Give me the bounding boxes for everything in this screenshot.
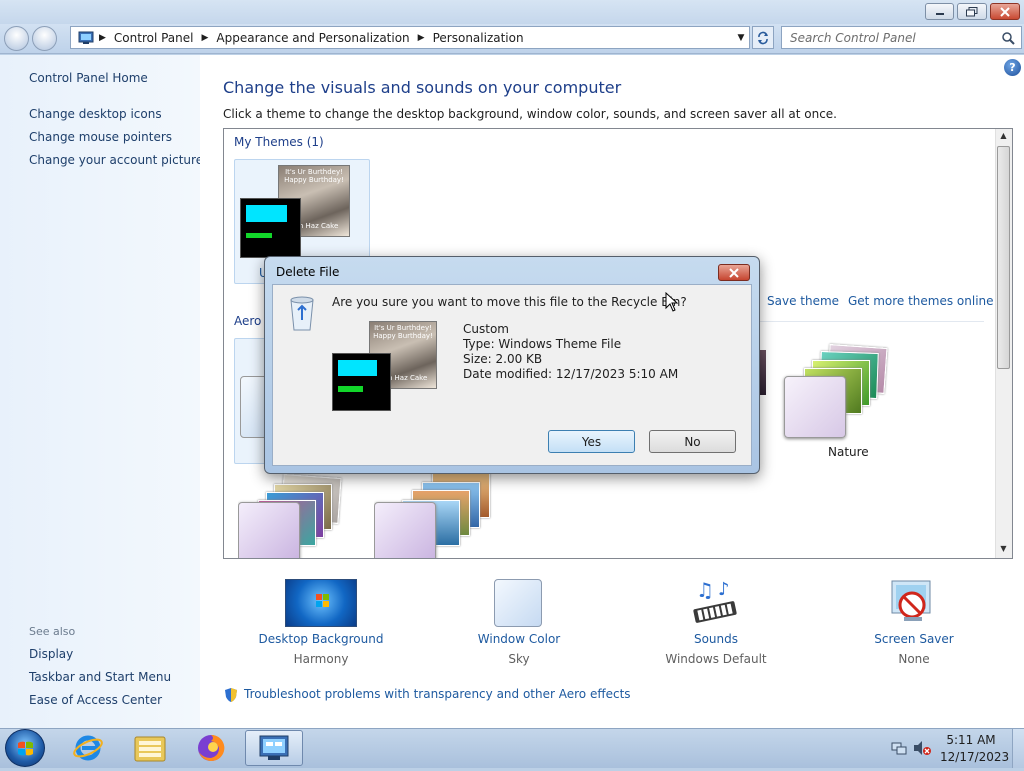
- sounds-music-icon[interactable]: ♫ ♪: [690, 578, 742, 627]
- internet-explorer-icon[interactable]: [62, 730, 114, 766]
- display-link[interactable]: Display: [29, 647, 73, 661]
- breadcrumb-personalization[interactable]: Personalization: [427, 31, 530, 45]
- troubleshoot-link[interactable]: Troubleshoot problems with transparency …: [244, 687, 631, 701]
- change-mouse-pointers-link[interactable]: Change mouse pointers: [29, 130, 172, 144]
- back-button[interactable]: [4, 26, 29, 51]
- change-desktop-icons-link[interactable]: Change desktop icons: [29, 107, 162, 121]
- dialog-file-size: Size: 2.00 KB: [463, 352, 543, 366]
- breadcrumb-arrow-icon: ▶: [99, 32, 106, 43]
- close-icon: [729, 267, 739, 278]
- my-themes-heading: My Themes (1): [234, 135, 324, 149]
- save-theme-link[interactable]: Save theme: [767, 294, 839, 308]
- see-also-heading: See also: [29, 625, 76, 638]
- screensaver-none-icon[interactable]: [888, 579, 938, 627]
- forward-button[interactable]: [32, 26, 57, 51]
- help-icon[interactable]: ?: [1004, 59, 1021, 76]
- minimize-button[interactable]: [925, 3, 954, 20]
- clock-time[interactable]: 5:11 AM: [946, 733, 996, 747]
- window-color-value: Sky: [508, 652, 530, 666]
- control-panel-icon: [259, 735, 289, 760]
- address-bar[interactable]: ▶ Control Panel ▶ Appearance and Persona…: [70, 26, 750, 49]
- page-title: Change the visuals and sounds on your co…: [223, 78, 622, 97]
- search-input[interactable]: Search Control Panel: [781, 26, 1022, 49]
- restore-icon: [966, 6, 978, 16]
- cat-image-caption-top: It's Ur Burthdey! Happy Burthday!: [284, 168, 344, 184]
- minimize-icon: [935, 12, 944, 15]
- dialog-close-button[interactable]: [718, 264, 750, 281]
- shield-icon: [223, 687, 239, 703]
- no-button[interactable]: No: [649, 430, 736, 453]
- change-account-picture-link[interactable]: Change your account picture: [29, 153, 203, 167]
- clock-date[interactable]: 12/17/2023: [940, 750, 1009, 764]
- dialog-title: Delete File: [276, 265, 340, 279]
- breadcrumb-control-panel[interactable]: Control Panel: [108, 31, 200, 45]
- dialog-file-window-preview: [332, 353, 391, 411]
- restore-button[interactable]: [957, 3, 987, 20]
- sounds-value: Windows Default: [665, 652, 767, 666]
- dialog-file-type: Type: Windows Theme File: [463, 337, 622, 351]
- page-subtitle: Click a theme to change the desktop back…: [223, 107, 837, 121]
- control-panel-icon: [75, 31, 97, 45]
- nature-theme-thumbnail[interactable]: [784, 340, 909, 440]
- refresh-button[interactable]: [752, 26, 774, 49]
- firefox-icon[interactable]: [185, 730, 237, 766]
- sounds-link[interactable]: Sounds: [636, 632, 796, 646]
- window-color-link[interactable]: Window Color: [439, 632, 599, 646]
- search-placeholder: Search Control Panel: [790, 30, 916, 45]
- yes-button[interactable]: Yes: [548, 430, 635, 453]
- nature-theme-label: Nature: [828, 445, 869, 459]
- architecture-theme-thumbnail[interactable]: [238, 470, 363, 558]
- dialog-question: Are you sure you want to move this file …: [332, 295, 687, 309]
- control-panel-taskbar-button[interactable]: [245, 730, 303, 766]
- get-more-themes-link[interactable]: Get more themes online: [848, 294, 994, 308]
- desktop-background-value: Harmony: [293, 652, 349, 666]
- recycle-bin-icon: [287, 294, 317, 332]
- screen-saver-value: None: [898, 652, 930, 666]
- window-color-swatch-icon[interactable]: [494, 579, 542, 627]
- refresh-icon: [758, 31, 768, 44]
- screen-saver-link[interactable]: Screen Saver: [834, 632, 994, 646]
- show-desktop-button[interactable]: [1012, 729, 1024, 768]
- scroll-up-icon[interactable]: ▲: [998, 131, 1009, 143]
- nature-color-swatch: [784, 376, 846, 438]
- ease-of-access-link[interactable]: Ease of Access Center: [29, 693, 162, 707]
- scrollbar-thumb[interactable]: [997, 146, 1010, 369]
- landscapes-theme-thumbnail[interactable]: [374, 470, 499, 558]
- file-explorer-icon[interactable]: [124, 730, 176, 766]
- close-button[interactable]: [990, 3, 1020, 20]
- start-button[interactable]: [5, 729, 45, 767]
- scroll-down-icon[interactable]: ▼: [998, 544, 1009, 556]
- dialog-file-modified: Date modified: 12/17/2023 5:10 AM: [463, 367, 679, 381]
- network-icon[interactable]: [891, 740, 907, 756]
- search-icon: [1002, 31, 1015, 45]
- taskbar-start-menu-link[interactable]: Taskbar and Start Menu: [29, 670, 171, 684]
- svg-text:♪: ♪: [718, 579, 730, 600]
- dialog-cat-caption-top: It's Ur Burthdey! Happy Burthday!: [373, 324, 433, 340]
- control-panel-home-link[interactable]: Control Panel Home: [29, 71, 148, 85]
- mouse-cursor-icon: [665, 291, 679, 315]
- address-dropdown-icon[interactable]: ▼: [733, 33, 749, 43]
- breadcrumb-arrow-icon: ▶: [417, 32, 425, 43]
- volume-muted-icon[interactable]: [913, 740, 931, 756]
- close-icon: [1000, 6, 1010, 17]
- breadcrumb-appearance[interactable]: Appearance and Personalization: [210, 31, 415, 45]
- dialog-file-name: Custom: [463, 322, 509, 336]
- windows-logo-icon: [18, 741, 33, 756]
- custom-theme-window-preview: [240, 198, 301, 258]
- desktop-background-icon[interactable]: [285, 579, 357, 627]
- desktop-background-link[interactable]: Desktop Background: [241, 632, 401, 646]
- breadcrumb-arrow-icon: ▶: [201, 32, 209, 43]
- window-title-bar: [0, 0, 1024, 24]
- svg-text:♫: ♫: [696, 579, 714, 602]
